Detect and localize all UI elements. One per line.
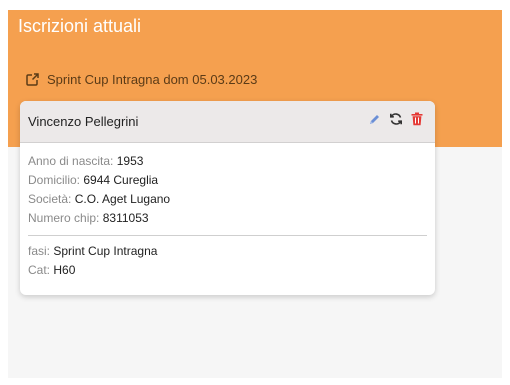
detail-label: fasi: xyxy=(28,244,51,258)
event-link[interactable]: Sprint Cup Intragna dom 05.03.2023 xyxy=(26,72,257,87)
external-link-icon xyxy=(26,73,39,86)
trash-icon xyxy=(411,112,423,131)
refresh-button[interactable] xyxy=(389,112,403,131)
detail-label: Cat: xyxy=(28,263,51,277)
category-row: Cat: H60 xyxy=(28,261,427,280)
detail-value: 8311053 xyxy=(102,211,149,225)
detail-value: 6944 Cureglia xyxy=(83,173,159,187)
registration-card: Vincenzo Pellegrini Anno di nascita: 195… xyxy=(20,101,435,295)
detail-label: Domicilio: xyxy=(28,173,81,187)
pencil-icon xyxy=(368,113,381,131)
detail-label: Numero chip: xyxy=(28,211,100,225)
edit-button[interactable] xyxy=(368,113,381,131)
club-row: Società: C.O. Aget Lugano xyxy=(28,190,427,209)
card-actions xyxy=(368,112,423,131)
stages-row: fasi: Sprint Cup Intragna xyxy=(28,242,427,261)
card-body: Anno di nascita: 1953 Domicilio: 6944 Cu… xyxy=(20,143,435,280)
refresh-icon xyxy=(389,112,403,131)
page-title: Iscrizioni attuali xyxy=(18,16,142,36)
detail-value: Sprint Cup Intragna xyxy=(53,244,158,258)
detail-label: Anno di nascita: xyxy=(28,154,114,168)
delete-button[interactable] xyxy=(411,112,423,131)
registrations-panel: Iscrizioni attuali Sprint Cup Intragna d… xyxy=(8,10,502,378)
detail-value: 1953 xyxy=(116,154,144,168)
card-header: Vincenzo Pellegrini xyxy=(20,101,435,143)
birth-year-row: Anno di nascita: 1953 xyxy=(28,152,427,171)
detail-label: Società: xyxy=(28,192,72,206)
domicile-row: Domicilio: 6944 Cureglia xyxy=(28,171,427,190)
event-link-label: Sprint Cup Intragna dom 05.03.2023 xyxy=(47,72,258,87)
divider xyxy=(28,235,427,236)
detail-value: C.O. Aget Lugano xyxy=(74,192,171,206)
detail-value: H60 xyxy=(53,263,76,277)
chip-number-row: Numero chip: 8311053 xyxy=(28,209,427,228)
participant-name: Vincenzo Pellegrini xyxy=(28,114,139,129)
